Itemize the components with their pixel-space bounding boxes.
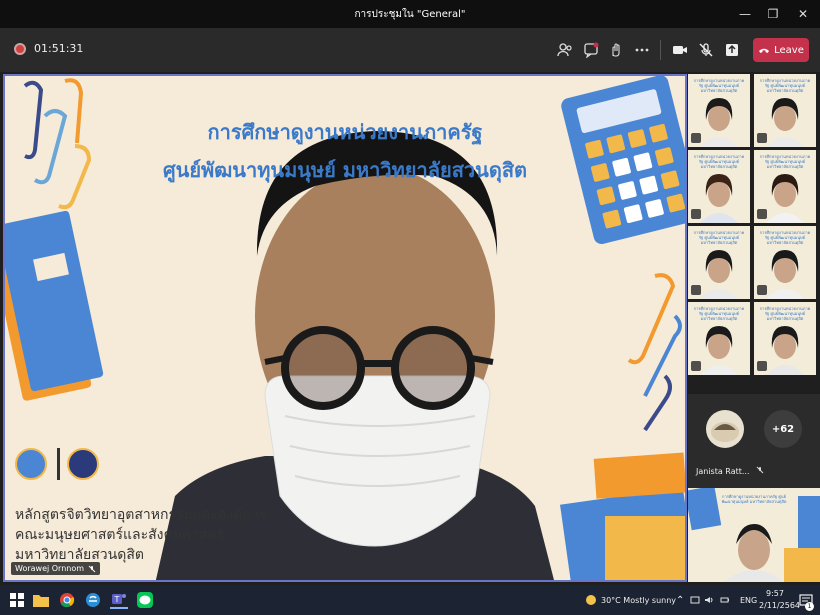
slide-title-line2: ศูนย์พัฒนาทุนมนุษย์ มหาวิทยาลัยสวนดุสิต — [162, 158, 528, 182]
mic-off-icon — [691, 361, 701, 371]
participant-tile[interactable]: การศึกษาดูงานหน่วยงานภาครัฐ ศูนย์พัฒนาทุ… — [754, 74, 816, 147]
chat-button[interactable] — [579, 38, 603, 62]
avatar — [706, 410, 744, 448]
slide-footer-line1: หลักสูตรจิตวิทยาอุตสาหกรรมและองค์การ — [15, 507, 267, 523]
clock-date[interactable]: 2/11/2564 — [759, 601, 800, 610]
participant-tile[interactable]: การศึกษาดูงานหน่วยงานภาครัฐ ศูนย์พัฒนาทุ… — [688, 302, 750, 375]
weather-text[interactable]: 30°C Mostly sunny — [601, 596, 676, 605]
university-logo — [15, 448, 47, 480]
meeting-timer: 01:51:31 — [34, 42, 84, 55]
mic-off-icon — [756, 466, 764, 474]
teams-icon: T — [112, 594, 126, 604]
recording-icon — [14, 43, 26, 55]
paperclip-icon — [643, 314, 682, 397]
camera-icon — [673, 46, 687, 54]
participant-tile[interactable]: การศึกษาดูงานหน่วยงานภาครัฐ ศูนย์พัฒนาทุ… — [754, 302, 816, 375]
leave-label: Leave — [774, 44, 804, 56]
mic-off-icon — [691, 209, 701, 219]
participant-tile-shared[interactable]: การศึกษาดูงานหน่วยงานภาครัฐ ศูนย์พัฒนาทุ… — [688, 488, 820, 582]
weather-sun-icon — [586, 595, 596, 605]
start-button[interactable] — [8, 591, 26, 609]
teams-button[interactable]: T — [110, 591, 128, 609]
mic-off-icon — [88, 565, 96, 572]
speaker-name: Worawej Ornnom — [15, 564, 85, 573]
tile-caption: การศึกษาดูงานหน่วยงานภาครัฐ ศูนย์พัฒนาทุ… — [721, 494, 787, 504]
share-screen-button[interactable] — [720, 38, 744, 62]
slide-footer-line2: คณะมนุษยศาสตร์และสังคมศาสตร์ — [15, 527, 225, 543]
mic-off-icon — [699, 43, 713, 57]
windows-taskbar: T 30°C Mostly sunny ⌃ ENG 9:57 2/11/2564… — [0, 585, 820, 615]
participant-gallery: การศึกษาดูงานหน่วยงานภาครัฐ ศูนย์พัฒนาทุ… — [688, 74, 820, 582]
teams-meeting-window: การประชุมใน "General" — ❐ ✕ 01:51:31 Lea… — [0, 0, 820, 615]
mic-off-icon — [691, 285, 701, 295]
participant-tile[interactable]: การศึกษาดูงานหน่วยงานภาครัฐ ศูนย์พัฒนาทุ… — [688, 226, 750, 299]
participant-avatar-tile[interactable]: Janista Ratt... +62 — [688, 394, 820, 494]
toolbar-divider — [660, 40, 661, 60]
clock-time[interactable]: 9:57 — [766, 589, 784, 598]
network-icon[interactable] — [690, 595, 700, 605]
participant-tile[interactable]: การศึกษาดูงานหน่วยงานภาครัฐ ศูนย์พัฒนาทุ… — [688, 74, 750, 147]
file-explorer-button[interactable] — [32, 591, 50, 609]
restore-button[interactable]: ❐ — [762, 4, 784, 24]
people-icon — [557, 43, 572, 57]
mic-button[interactable] — [694, 38, 718, 62]
participant-tile[interactable]: การศึกษาดูงานหน่วยงานภาครัฐ ศูนย์พัฒนาทุ… — [754, 150, 816, 223]
line-button[interactable] — [136, 591, 154, 609]
mic-off-icon — [757, 133, 767, 143]
mic-off-icon — [691, 133, 701, 143]
hand-icon — [612, 43, 620, 57]
battery-icon[interactable] — [720, 595, 730, 605]
participant-tile[interactable]: การศึกษาดูงานหน่วยงานภาครัฐ ศูนย์พัฒนาทุ… — [688, 150, 750, 223]
edge-icon — [86, 593, 100, 607]
more-actions-button[interactable] — [630, 38, 654, 62]
leave-button[interactable]: Leave — [753, 38, 809, 62]
notification-badge: 1 — [805, 602, 814, 611]
meeting-toolbar: 01:51:31 Leave — [0, 28, 820, 72]
speaker-icon[interactable] — [704, 595, 714, 605]
ellipsis-icon — [635, 48, 649, 52]
mic-off-icon — [757, 209, 767, 219]
windows-logo-icon — [10, 593, 24, 607]
share-icon — [726, 44, 738, 56]
more-participants-button[interactable]: +62 — [764, 410, 802, 448]
language-indicator[interactable]: ENG — [740, 596, 757, 605]
folder-icon — [560, 452, 685, 580]
chrome-icon — [60, 593, 75, 608]
phone-hangup-icon — [759, 48, 770, 53]
svg-text:T: T — [114, 595, 120, 604]
camera-button[interactable] — [668, 38, 692, 62]
mic-off-icon — [757, 285, 767, 295]
folder-icon — [33, 595, 49, 607]
line-app-icon — [137, 592, 153, 608]
participants-button[interactable] — [553, 38, 577, 62]
notebook-icon — [5, 210, 104, 401]
minimize-button[interactable]: — — [734, 4, 756, 24]
chrome-button[interactable] — [58, 591, 76, 609]
title-bar: การประชุมใน "General" — ❐ ✕ — [0, 0, 820, 28]
slide-title-line1: การศึกษาดูงานหน่วยงานภาครัฐ — [207, 120, 483, 144]
mic-off-icon — [757, 361, 767, 371]
speaker-name-tag: Worawej Ornnom — [11, 562, 101, 575]
close-button[interactable]: ✕ — [792, 4, 814, 24]
chat-icon — [584, 42, 599, 58]
participant-tile[interactable]: การศึกษาดูงานหน่วยงานภาครัฐ ศูนย์พัฒนาทุ… — [754, 226, 816, 299]
window-title: การประชุมใน "General" — [354, 9, 466, 20]
main-video-stage[interactable]: การศึกษาดูงานหน่วยงานภาครัฐ ศูนย์พัฒนาทุ… — [3, 74, 687, 582]
faculty-logo — [67, 448, 99, 480]
avatar-name: Janista Ratt... — [696, 466, 764, 476]
edge-button[interactable] — [84, 591, 102, 609]
reactions-button[interactable] — [604, 38, 628, 62]
tray-chevron-icon[interactable]: ⌃ — [676, 595, 684, 606]
